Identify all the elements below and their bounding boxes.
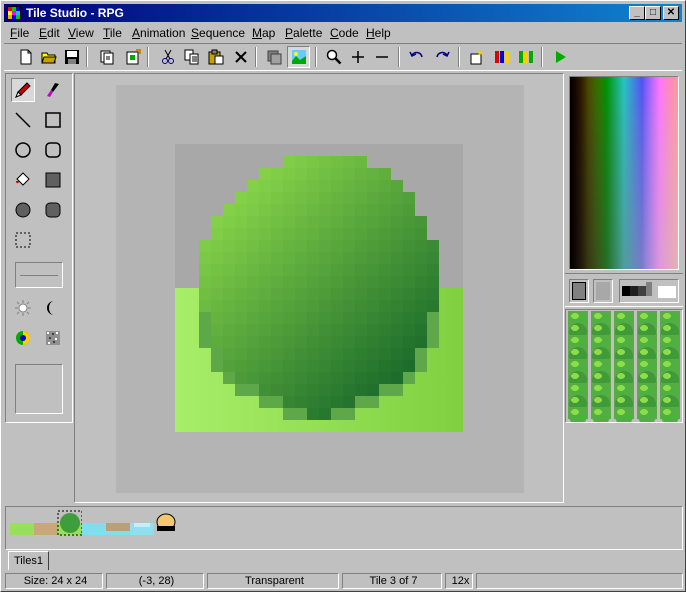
status-color: Transparent	[207, 573, 339, 589]
status-coords: (-3, 28)	[106, 573, 204, 589]
tile-thumb-bush	[60, 513, 80, 533]
menu-file[interactable]: File	[10, 26, 29, 40]
background-color-swatch	[596, 282, 610, 300]
import-tiles-icon[interactable]	[121, 46, 144, 68]
line-icon[interactable]	[11, 108, 35, 132]
menu-tile[interactable]: Tile	[103, 26, 122, 40]
lighten-icon[interactable]	[11, 296, 35, 320]
zoom-out-icon[interactable]	[370, 46, 393, 68]
redo-icon[interactable]	[430, 46, 453, 68]
status-tile: Tile 3 of 7	[342, 573, 442, 589]
menu-bar: File Edit View Tile Animation Sequence M…	[4, 24, 682, 42]
tile-preview	[15, 364, 63, 414]
tile-canvas[interactable]	[175, 144, 463, 432]
status-extra	[476, 573, 683, 589]
layer-back-icon[interactable]	[262, 46, 285, 68]
status-zoom: 12x	[445, 573, 473, 589]
run-icon[interactable]	[548, 46, 571, 68]
menu-map[interactable]: Map	[252, 26, 275, 40]
filled-ellipse-icon[interactable]	[11, 198, 35, 222]
tool-panel	[5, 73, 73, 423]
zoom-in-icon[interactable]	[346, 46, 369, 68]
minimize-button[interactable]: _	[629, 6, 645, 20]
tile-thumb-sand	[34, 523, 58, 535]
open-icon[interactable]	[37, 46, 60, 68]
title-bar[interactable]: Tile Studio - RPG _ □ ✕	[4, 4, 682, 22]
new-tile-set-icon[interactable]	[95, 46, 118, 68]
undo-icon[interactable]	[405, 46, 428, 68]
tile-strip[interactable]	[5, 506, 683, 550]
close-button[interactable]: ✕	[663, 6, 679, 20]
rounded-rect-icon[interactable]	[41, 138, 65, 162]
save-icon[interactable]	[60, 46, 83, 68]
palette-panel	[565, 73, 683, 425]
menu-code[interactable]: Code	[330, 26, 359, 40]
toolbar	[4, 43, 682, 71]
maximize-button[interactable]: □	[645, 6, 661, 20]
menu-edit[interactable]: Edit	[39, 26, 60, 40]
palette-bars-icon[interactable]	[514, 46, 537, 68]
cut-icon[interactable]	[156, 46, 179, 68]
filled-rect-icon[interactable]	[41, 168, 65, 192]
filled-rounded-rect-icon[interactable]	[41, 198, 65, 222]
status-size: Size: 24 x 24	[5, 573, 103, 589]
lighting-icon[interactable]	[465, 46, 488, 68]
window-title: Tile Studio - RPG	[26, 6, 124, 20]
menu-palette[interactable]: Palette	[285, 26, 322, 40]
darken-icon[interactable]	[41, 296, 65, 320]
ellipse-icon[interactable]	[11, 138, 35, 162]
new-icon[interactable]	[14, 46, 37, 68]
selection-icon[interactable]	[11, 228, 35, 252]
paste-icon[interactable]	[204, 46, 227, 68]
noise-icon[interactable]	[41, 326, 65, 350]
tile-editor[interactable]	[74, 73, 564, 503]
color-bars-icon[interactable]	[490, 46, 513, 68]
fill-icon[interactable]	[11, 168, 35, 192]
tab-tiles1[interactable]: Tiles1	[8, 551, 49, 570]
menu-animation[interactable]: Animation	[132, 26, 185, 40]
status-bar: Size: 24 x 24 (-3, 28) Transparent Tile …	[4, 573, 684, 590]
color-spectrum[interactable]	[569, 76, 679, 270]
line-style-preview[interactable]	[15, 262, 63, 288]
layer-front-icon[interactable]	[287, 46, 310, 68]
app-icon	[7, 6, 21, 20]
rectangle-icon[interactable]	[41, 108, 65, 132]
foreground-color-swatch	[572, 282, 586, 300]
menu-view[interactable]: View	[68, 26, 94, 40]
palette-grid[interactable]	[565, 309, 683, 425]
brush-icon[interactable]	[41, 78, 65, 102]
menu-sequence[interactable]: Sequence	[191, 26, 245, 40]
pencil-icon[interactable]	[11, 78, 35, 102]
main-window: Tile Studio - RPG _ □ ✕ File Edit View T…	[0, 0, 686, 592]
color-adjust-icon[interactable]	[11, 326, 35, 350]
color-selection-row	[565, 273, 683, 307]
foreground-color-frame[interactable]	[569, 279, 589, 303]
zoom-icon[interactable]	[322, 46, 345, 68]
background-color-frame[interactable]	[593, 279, 613, 303]
gray-ramp[interactable]	[619, 279, 679, 303]
delete-icon[interactable]	[229, 46, 252, 68]
tile-thumb-water	[82, 523, 106, 535]
tile-thumb-grass	[10, 523, 34, 535]
menu-help[interactable]: Help	[366, 26, 391, 40]
copy-icon[interactable]	[180, 46, 203, 68]
